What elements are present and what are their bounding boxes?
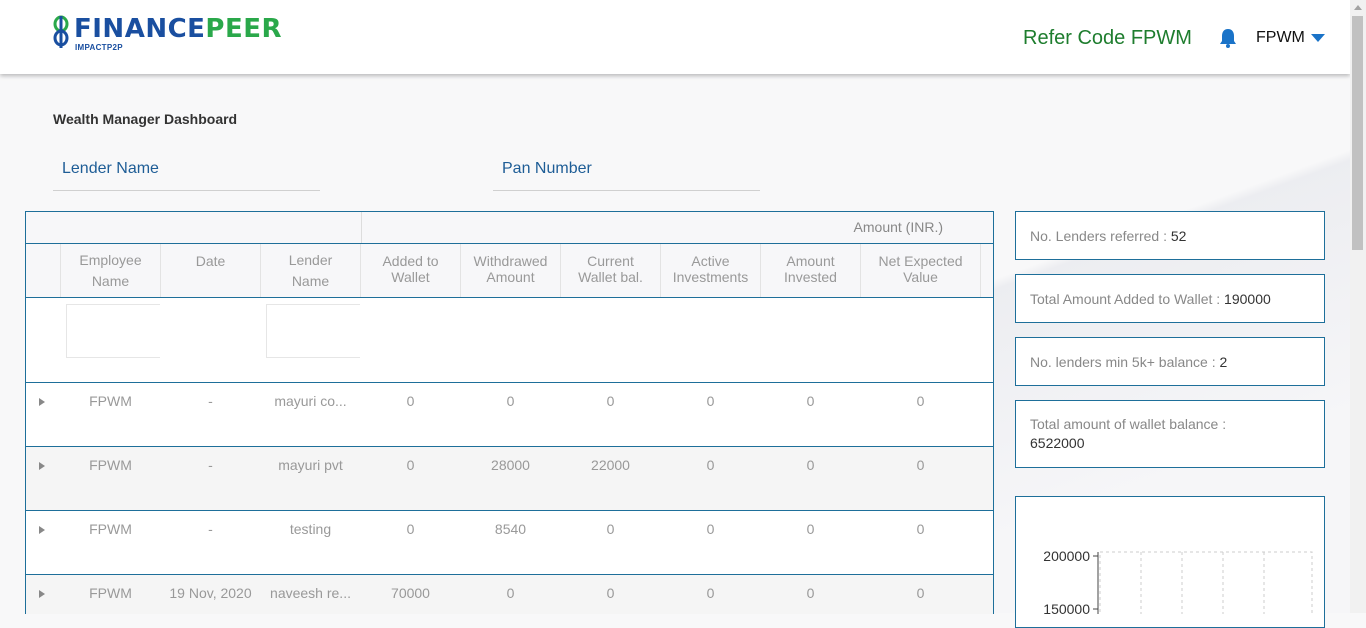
stat-label: Total amount of wallet balance : — [1030, 416, 1227, 432]
header-active-investments[interactable]: Active Investments — [661, 244, 761, 297]
cell-lender: naveesh re... — [270, 585, 351, 601]
cell-invested: 0 — [806, 585, 815, 601]
header-net-expected-value[interactable]: Net Expected Value — [861, 244, 981, 297]
cell-lender: testing — [289, 521, 332, 537]
caret-right-icon[interactable] — [39, 590, 45, 598]
cell-date: - — [208, 521, 213, 537]
table-filter-row — [26, 298, 993, 383]
cell-current: 0 — [606, 585, 615, 601]
caret-right-icon[interactable] — [39, 526, 45, 534]
header-withdrawed-amount[interactable]: Withdrawed Amount — [461, 244, 561, 297]
pan-number-field[interactable]: Pan Number — [493, 158, 760, 191]
cell-lender: mayuri co... — [274, 393, 347, 409]
wallet-chart: 200000 150000 — [1043, 548, 1313, 623]
header-employee-name[interactable]: Employee Name — [61, 244, 161, 297]
bell-icon[interactable] — [1219, 28, 1237, 53]
y-tick-label: 150000 — [1043, 601, 1090, 614]
cell-invested: 0 — [806, 521, 815, 537]
cell-net-expected: 0 — [916, 521, 925, 537]
table-row[interactable]: FPWM - testing 0 8540 0 0 0 0 — [26, 511, 993, 575]
cell-employee: FPWM — [89, 457, 132, 473]
header-date[interactable]: Date — [161, 244, 261, 297]
cell-current: 22000 — [591, 457, 630, 473]
stat-value: 52 — [1170, 228, 1187, 244]
table-header: Employee Name Date Lender Name Added to … — [26, 244, 993, 298]
chart-grid — [1099, 551, 1313, 623]
header-amount-invested[interactable]: Amount Invested — [761, 244, 861, 297]
stat-label: No. lenders min 5k+ balance : — [1030, 354, 1220, 370]
scroll-thumb[interactable] — [1352, 16, 1363, 250]
cell-employee: FPWM — [89, 521, 132, 537]
lenders-table: Amount (INR.) Employee Name Date Lender … — [25, 211, 994, 614]
vertical-scrollbar[interactable] — [1350, 0, 1366, 613]
table-row[interactable]: FPWM 19 Nov, 2020 naveesh re... 70000 0 … — [26, 575, 993, 614]
cell-added: 70000 — [391, 585, 430, 601]
y-tick-label: 200000 — [1043, 548, 1090, 564]
table-row[interactable]: FPWM - mayuri co... 0 0 0 0 0 0 — [26, 383, 993, 447]
scroll-up-icon[interactable] — [1354, 5, 1362, 10]
wallet-chart-card: 200000 150000 — [1015, 496, 1325, 628]
caret-right-icon[interactable] — [39, 462, 45, 470]
cell-lender: mayuri pvt — [278, 457, 343, 473]
logo-subtitle: IMPACTP2P — [75, 43, 123, 52]
cell-withdrawed: 0 — [506, 393, 515, 409]
lender-name-placeholder: Lender Name — [62, 160, 159, 177]
logo-mark-icon — [53, 15, 69, 48]
cell-date: - — [208, 393, 213, 409]
cell-net-expected: 0 — [916, 393, 925, 409]
stat-value: 2 — [1219, 354, 1228, 370]
cell-active: 0 — [706, 457, 715, 473]
chevron-down-icon[interactable] — [1311, 34, 1325, 42]
cell-withdrawed: 28000 — [491, 457, 530, 473]
cell-active: 0 — [706, 393, 715, 409]
cell-date: - — [208, 457, 213, 473]
cell-added: 0 — [406, 457, 415, 473]
cell-employee: FPWM — [89, 585, 132, 601]
cell-employee: FPWM — [89, 393, 132, 409]
cell-current: 0 — [606, 521, 615, 537]
lender-name-field[interactable]: Lender Name — [53, 158, 320, 191]
page-title: Wealth Manager Dashboard — [53, 111, 238, 127]
user-menu[interactable]: FPWM — [1256, 29, 1305, 47]
cell-date: 19 Nov, 2020 — [169, 585, 252, 601]
stat-card-total-added: Total Amount Added to Wallet : 190000 — [1015, 274, 1325, 323]
table-group-header: Amount (INR.) — [26, 212, 993, 244]
stat-card-lenders-referred: No. Lenders referred : 52 — [1015, 211, 1325, 260]
stat-label: No. Lenders referred : — [1030, 228, 1171, 244]
header-lender-name[interactable]: Lender Name — [261, 244, 361, 297]
stat-value: 6522000 — [1030, 435, 1085, 451]
cell-net-expected: 0 — [916, 585, 925, 601]
refer-code: Refer Code FPWM — [1023, 27, 1192, 49]
stat-card-min-balance: No. lenders min 5k+ balance : 2 — [1015, 337, 1325, 386]
table-row[interactable]: FPWM - mayuri pvt 0 28000 22000 0 0 0 — [26, 447, 993, 511]
cell-invested: 0 — [806, 393, 815, 409]
cell-invested: 0 — [806, 457, 815, 473]
cell-added: 0 — [406, 393, 415, 409]
cell-active: 0 — [706, 585, 715, 601]
employee-name-filter-input[interactable] — [66, 304, 160, 358]
header-added-to-wallet[interactable]: Added to Wallet — [361, 244, 461, 297]
stat-label: Total Amount Added to Wallet : — [1030, 291, 1225, 307]
cell-net-expected: 0 — [916, 457, 925, 473]
pan-number-placeholder: Pan Number — [502, 160, 592, 177]
cell-active: 0 — [706, 521, 715, 537]
cell-current: 0 — [606, 393, 615, 409]
amount-group-label: Amount (INR.) — [853, 219, 943, 235]
header-current-wallet-bal[interactable]: Current Wallet bal. — [561, 244, 661, 297]
cell-withdrawed: 8540 — [494, 521, 527, 537]
lender-name-filter-input[interactable] — [266, 304, 360, 358]
caret-right-icon[interactable] — [39, 398, 45, 406]
logo-wordmark: FINANCEPEER — [74, 14, 283, 44]
stat-card-wallet-balance: Total amount of wallet balance : 6522000 — [1015, 400, 1325, 468]
top-header: FINANCEPEER IMPACTP2P Refer Code FPWM FP… — [0, 0, 1350, 74]
cell-withdrawed: 0 — [506, 585, 515, 601]
stat-value: 190000 — [1224, 291, 1271, 307]
cell-added: 0 — [406, 521, 415, 537]
header-expander-col — [26, 244, 61, 297]
